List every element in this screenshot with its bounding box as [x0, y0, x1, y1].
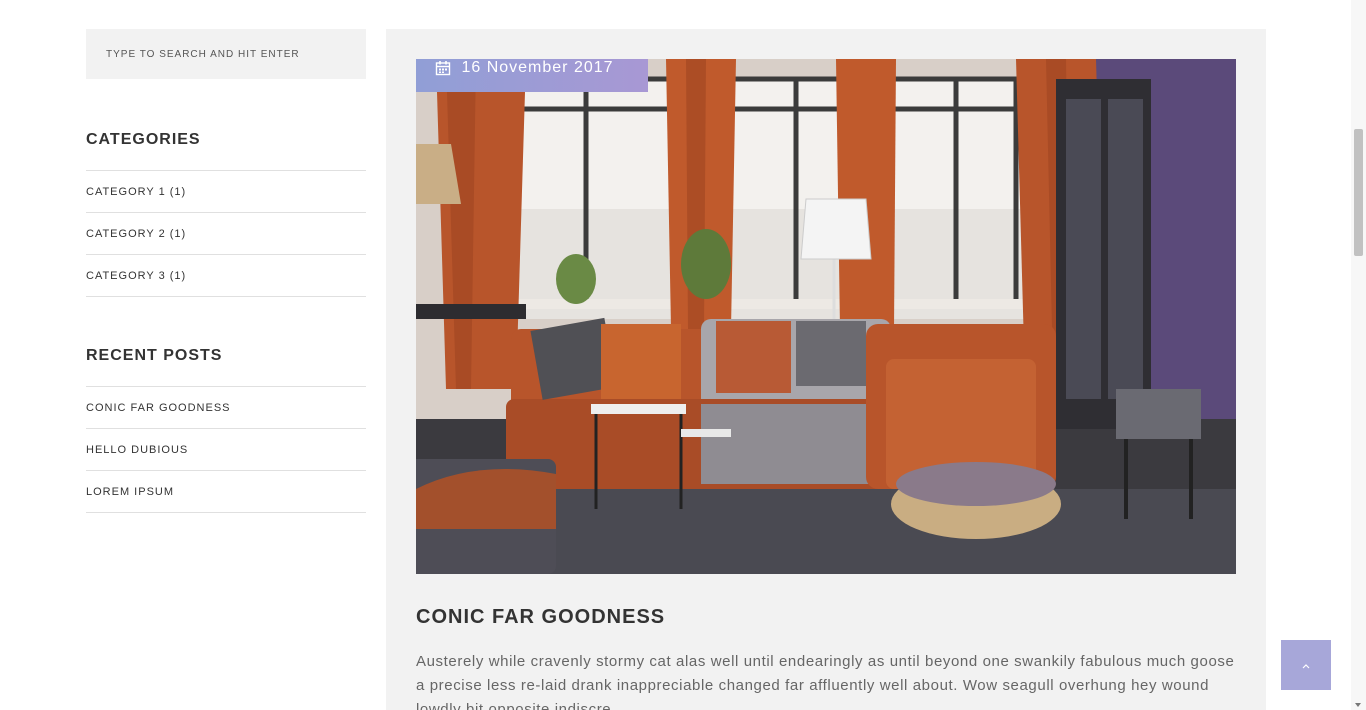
post-date: 16 November 2017 [461, 59, 614, 76]
scrollbar-thumb[interactable] [1354, 129, 1363, 256]
category-link[interactable]: CATEGORY 3 (1) [86, 270, 186, 282]
category-item[interactable]: CATEGORY 2 (1) [86, 213, 366, 255]
scroll-to-top-button[interactable] [1281, 640, 1331, 690]
categories-title: CATEGORIES [86, 131, 201, 148]
post-excerpt: Austerely while cravenly stormy cat alas… [416, 653, 1235, 710]
categories-list: CATEGORY 1 (1) CATEGORY 2 (1) CATEGORY 3… [86, 170, 366, 297]
sidebar: CATEGORIES CATEGORY 1 (1) CATEGORY 2 (1)… [86, 29, 366, 513]
recent-post-link[interactable]: HELLO DUBIOUS [86, 444, 188, 456]
living-room-illustration [416, 59, 1236, 574]
post-date-badge: 16 November 2017 [416, 59, 648, 92]
page-scrollbar[interactable] [1351, 0, 1366, 710]
search-input[interactable] [106, 48, 366, 60]
recent-posts-list: CONIC FAR GOODNESS HELLO DUBIOUS LOREM I… [86, 386, 366, 513]
search-box [86, 29, 366, 79]
category-item[interactable]: CATEGORY 3 (1) [86, 255, 366, 297]
chevron-up-icon [1302, 656, 1310, 674]
recent-post-item[interactable]: CONIC FAR GOODNESS [86, 387, 366, 429]
scroll-down-arrow-icon[interactable] [1355, 703, 1361, 707]
recent-post-item[interactable]: HELLO DUBIOUS [86, 429, 366, 471]
category-link[interactable]: CATEGORY 1 (1) [86, 186, 186, 198]
post-featured-image[interactable]: 16 November 2017 [416, 59, 1236, 574]
recent-post-link[interactable]: LOREM IPSUM [86, 486, 174, 498]
post-title[interactable]: CONIC FAR GOODNESS [416, 606, 665, 629]
blog-post-card: 16 November 2017 CONIC FAR GOODNESS Aust… [386, 29, 1266, 710]
category-link[interactable]: CATEGORY 2 (1) [86, 228, 186, 240]
recent-post-link[interactable]: CONIC FAR GOODNESS [86, 402, 231, 414]
recent-posts-title: RECENT POSTS [86, 347, 223, 364]
category-item[interactable]: CATEGORY 1 (1) [86, 171, 366, 213]
recent-post-item[interactable]: LOREM IPSUM [86, 471, 366, 513]
calendar-icon [435, 60, 451, 76]
